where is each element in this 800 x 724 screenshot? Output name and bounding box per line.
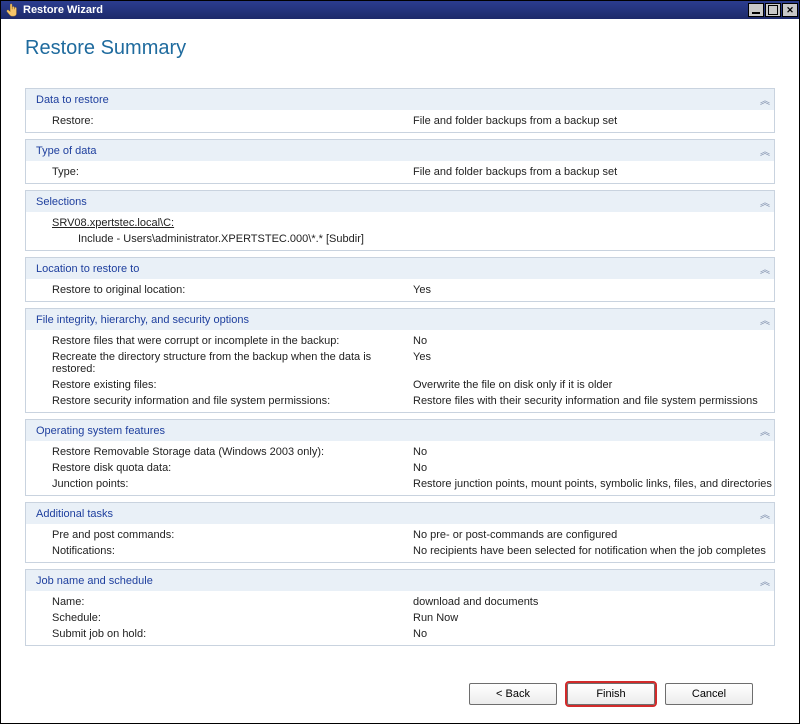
window-controls: ✕ xyxy=(748,1,799,19)
restore-value: File and folder backups from a backup se… xyxy=(413,115,774,127)
section-header-os-features[interactable]: Operating system features ︽ xyxy=(26,420,774,441)
section-title: Job name and schedule xyxy=(36,575,153,587)
security-label: Restore security information and file sy… xyxy=(52,395,413,407)
section-header-integrity[interactable]: File integrity, hierarchy, and security … xyxy=(26,309,774,330)
maximize-button[interactable] xyxy=(765,3,781,17)
existing-label: Restore existing files: xyxy=(52,379,413,391)
finish-button[interactable]: Finish xyxy=(567,683,655,705)
section-additional-tasks: Additional tasks ︽ Pre and post commands… xyxy=(25,502,775,563)
prepost-label: Pre and post commands: xyxy=(52,529,413,541)
close-button[interactable]: ✕ xyxy=(782,3,798,17)
restore-wizard-window: Restore Wizard ✕ Restore Summary Data to… xyxy=(0,0,800,724)
section-location: Location to restore to ︽ Restore to orig… xyxy=(25,257,775,302)
existing-value: Overwrite the file on disk only if it is… xyxy=(413,379,774,391)
section-header-type-of-data[interactable]: Type of data ︽ xyxy=(26,140,774,161)
section-job: Job name and schedule ︽ Name: download a… xyxy=(25,569,775,646)
section-header-additional-tasks[interactable]: Additional tasks ︽ xyxy=(26,503,774,524)
page-title: Restore Summary xyxy=(25,37,775,60)
recreate-label: Recreate the directory structure from th… xyxy=(52,351,413,375)
collapse-icon: ︽ xyxy=(760,261,768,276)
section-title: Data to restore xyxy=(36,94,109,106)
section-title: Additional tasks xyxy=(36,508,113,520)
corrupt-value: No xyxy=(413,335,774,347)
junction-value: Restore junction points, mount points, s… xyxy=(413,478,774,490)
junction-label: Junction points: xyxy=(52,478,413,490)
client-area: Restore Summary Data to restore ︽ Restor… xyxy=(1,19,799,723)
recreate-value: Yes xyxy=(413,351,774,375)
job-name-value: download and documents xyxy=(413,596,774,608)
hold-value: No xyxy=(413,628,774,640)
section-os-features: Operating system features ︽ Restore Remo… xyxy=(25,419,775,496)
section-integrity: File integrity, hierarchy, and security … xyxy=(25,308,775,413)
removable-value: No xyxy=(413,446,774,458)
minimize-button[interactable] xyxy=(748,3,764,17)
section-title: File integrity, hierarchy, and security … xyxy=(36,314,249,326)
title-bar: Restore Wizard ✕ xyxy=(1,1,799,19)
removable-label: Restore Removable Storage data (Windows … xyxy=(52,446,413,458)
wizard-button-bar: < Back Finish Cancel xyxy=(25,669,775,723)
section-header-data-to-restore[interactable]: Data to restore ︽ xyxy=(26,89,774,110)
quota-label: Restore disk quota data: xyxy=(52,462,413,474)
type-label: Type: xyxy=(52,166,413,178)
collapse-icon: ︽ xyxy=(760,92,768,107)
notifications-value: No recipients have been selected for not… xyxy=(413,545,774,557)
schedule-value: Run Now xyxy=(413,612,774,624)
quota-value: No xyxy=(413,462,774,474)
restore-label: Restore: xyxy=(52,115,413,127)
section-selections: Selections ︽ SRV08.xpertstec.local\C: In… xyxy=(25,190,775,251)
schedule-label: Schedule: xyxy=(52,612,413,624)
section-title: Operating system features xyxy=(36,425,165,437)
window-title: Restore Wizard xyxy=(23,4,748,16)
collapse-icon: ︽ xyxy=(760,423,768,438)
section-title: Type of data xyxy=(36,145,97,157)
collapse-icon: ︽ xyxy=(760,312,768,327)
section-header-selections[interactable]: Selections ︽ xyxy=(26,191,774,212)
notifications-label: Notifications: xyxy=(52,545,413,557)
restore-orig-label: Restore to original location: xyxy=(52,284,413,296)
section-title: Selections xyxy=(36,196,87,208)
selection-include: Include - Users\administrator.XPERTSTEC.… xyxy=(52,233,364,245)
selection-host: SRV08.xpertstec.local\C: xyxy=(52,217,174,229)
section-title: Location to restore to xyxy=(36,263,139,275)
section-data-to-restore: Data to restore ︽ Restore: File and fold… xyxy=(25,88,775,133)
corrupt-label: Restore files that were corrupt or incom… xyxy=(52,335,413,347)
section-header-location[interactable]: Location to restore to ︽ xyxy=(26,258,774,279)
collapse-icon: ︽ xyxy=(760,506,768,521)
type-value: File and folder backups from a backup se… xyxy=(413,166,774,178)
hand-pointer-icon xyxy=(5,3,19,17)
section-type-of-data: Type of data ︽ Type: File and folder bac… xyxy=(25,139,775,184)
job-name-label: Name: xyxy=(52,596,413,608)
cancel-button[interactable]: Cancel xyxy=(665,683,753,705)
restore-orig-value: Yes xyxy=(413,284,774,296)
prepost-value: No pre- or post-commands are configured xyxy=(413,529,774,541)
hold-label: Submit job on hold: xyxy=(52,628,413,640)
collapse-icon: ︽ xyxy=(760,143,768,158)
collapse-icon: ︽ xyxy=(760,194,768,209)
security-value: Restore files with their security inform… xyxy=(413,395,774,407)
section-header-job[interactable]: Job name and schedule ︽ xyxy=(26,570,774,591)
back-button[interactable]: < Back xyxy=(469,683,557,705)
collapse-icon: ︽ xyxy=(760,573,768,588)
